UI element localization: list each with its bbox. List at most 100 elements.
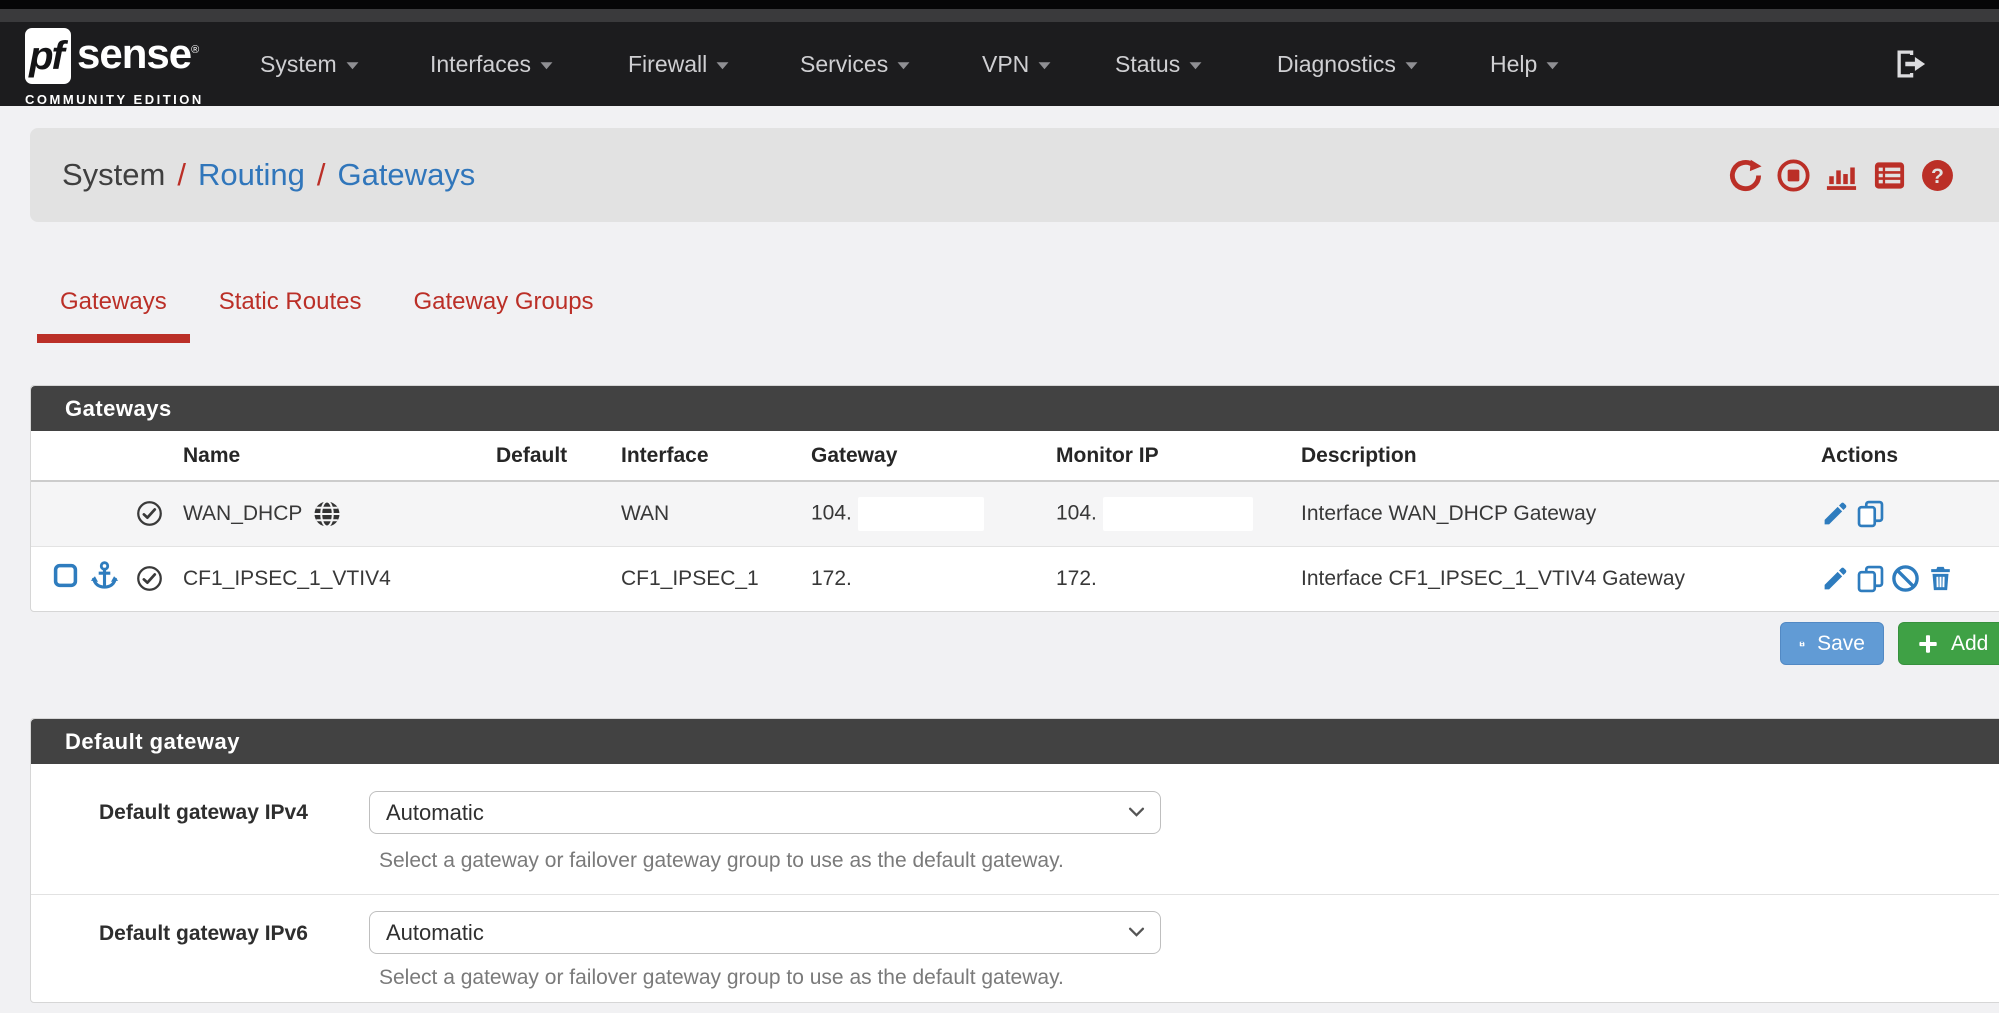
caret-down-icon bbox=[897, 61, 910, 70]
breadcrumb-gateways-link[interactable]: Gateways bbox=[337, 157, 475, 193]
default-gateway-ipv6-help: Select a gateway or failover gateway gro… bbox=[379, 966, 1064, 990]
tab-gateway-groups[interactable]: Gateway Groups bbox=[390, 280, 616, 343]
table-header-row: Name Default Interface Gateway Monitor I… bbox=[31, 431, 1999, 481]
col-interface: Interface bbox=[611, 431, 801, 481]
caret-down-icon bbox=[540, 61, 553, 70]
caret-down-icon bbox=[1189, 61, 1202, 70]
copy-icon[interactable] bbox=[1856, 564, 1885, 593]
col-monitor-ip: Monitor IP bbox=[1046, 431, 1291, 481]
default-gateway-ipv6-select[interactable]: Automatic bbox=[369, 911, 1161, 954]
sign-out-icon bbox=[1893, 46, 1929, 82]
gateways-table: Name Default Interface Gateway Monitor I… bbox=[31, 431, 1999, 611]
col-name: Name bbox=[173, 431, 486, 481]
breadcrumb-routing-link[interactable]: Routing bbox=[198, 157, 305, 193]
redacted-value bbox=[858, 497, 984, 531]
help-icon[interactable]: ? bbox=[1920, 158, 1955, 193]
nav-vpn[interactable]: VPN bbox=[982, 22, 1051, 106]
sense-logo-text: sense® bbox=[77, 30, 198, 78]
select-cell bbox=[31, 481, 126, 546]
default-cell bbox=[486, 481, 611, 546]
form-buttons-row: Save Add bbox=[0, 622, 1999, 665]
nav-help[interactable]: Help bbox=[1490, 22, 1559, 106]
nav-status[interactable]: Status bbox=[1115, 22, 1202, 106]
default-gateway-ipv4-select[interactable]: Automatic bbox=[369, 791, 1161, 834]
window-top-strip bbox=[0, 0, 1999, 9]
caret-down-icon bbox=[1038, 61, 1051, 70]
caret-down-icon bbox=[1405, 61, 1418, 70]
nav-diagnostics[interactable]: Diagnostics bbox=[1277, 22, 1418, 106]
save-floppy-icon bbox=[1799, 633, 1805, 655]
caret-down-icon bbox=[716, 61, 729, 70]
nav-interfaces[interactable]: Interfaces bbox=[430, 22, 553, 106]
monitor-ip-cell: 172. bbox=[1046, 546, 1291, 611]
gateways-panel-title: Gateways bbox=[31, 386, 1999, 431]
breadcrumb: System / Routing / Gateways bbox=[62, 128, 475, 222]
caret-down-icon bbox=[1546, 61, 1559, 70]
registered-mark: ® bbox=[191, 44, 198, 56]
add-button[interactable]: Add bbox=[1898, 622, 1999, 665]
caret-down-icon bbox=[346, 61, 359, 70]
gateway-online-icon bbox=[136, 497, 163, 530]
anchor-icon[interactable] bbox=[89, 560, 120, 597]
delete-icon[interactable] bbox=[1926, 564, 1955, 593]
breadcrumb-separator: / bbox=[317, 157, 326, 193]
select-checkbox-icon[interactable] bbox=[53, 563, 78, 594]
refresh-icon[interactable] bbox=[1728, 158, 1763, 193]
default-gateway-ipv4-select-wrap: Automatic bbox=[369, 791, 1161, 834]
gateway-ip-cell: 104. bbox=[801, 481, 1046, 546]
breadcrumb-system: System bbox=[62, 157, 165, 193]
col-description: Description bbox=[1291, 431, 1811, 481]
gateway-ip-cell: 172. bbox=[801, 546, 1046, 611]
default-gateway-ipv4-help: Select a gateway or failover gateway gro… bbox=[379, 849, 1064, 873]
gateway-row-wan-dhcp: WAN_DHCP WAN 1 bbox=[31, 481, 1999, 546]
system-logs-icon[interactable] bbox=[1872, 158, 1907, 193]
tab-static-routes[interactable]: Static Routes bbox=[196, 280, 385, 343]
col-select bbox=[31, 431, 126, 481]
nav-services[interactable]: Services bbox=[800, 22, 910, 106]
save-button[interactable]: Save bbox=[1780, 622, 1884, 665]
monitoring-chart-icon[interactable] bbox=[1824, 158, 1859, 193]
default-gateway-panel: Default gateway Default gateway IPv4 Aut… bbox=[30, 718, 1999, 1003]
nav-firewall[interactable]: Firewall bbox=[628, 22, 729, 106]
default-gateway-ipv6-select-wrap: Automatic bbox=[369, 911, 1161, 954]
col-actions: Actions bbox=[1811, 431, 1999, 481]
copy-icon[interactable] bbox=[1856, 499, 1885, 528]
plus-icon bbox=[1917, 633, 1939, 655]
pf-logo-tile: pf bbox=[25, 28, 71, 84]
routing-tabs: Gateways Static Routes Gateway Groups bbox=[37, 280, 617, 343]
edit-icon[interactable] bbox=[1821, 564, 1850, 593]
pf-logo-text: pf bbox=[29, 34, 63, 79]
stop-icon[interactable] bbox=[1776, 158, 1811, 193]
gateway-row-cf1-ipsec: CF1_IPSEC_1_VTIV4 CF1_IPSEC_1 172. 172. … bbox=[31, 546, 1999, 611]
gateway-online-icon bbox=[136, 562, 163, 595]
gateways-panel: Gateways Name Default Interface Gateway … bbox=[30, 385, 1999, 612]
edit-icon[interactable] bbox=[1821, 499, 1850, 528]
col-default: Default bbox=[486, 431, 611, 481]
default-gateway-ipv4-label: Default gateway IPv4 bbox=[99, 801, 308, 825]
gateway-name: CF1_IPSEC_1_VTIV4 bbox=[173, 546, 486, 611]
default-gateway-panel-title: Default gateway bbox=[31, 719, 1999, 764]
top-navbar: pf sense® COMMUNITY EDITION System Inter… bbox=[0, 22, 1999, 106]
tab-gateways[interactable]: Gateways bbox=[37, 280, 190, 343]
page-header-actions: ? bbox=[1728, 128, 1955, 222]
nav-system[interactable]: System bbox=[260, 22, 359, 106]
col-status bbox=[126, 431, 173, 481]
col-gateway: Gateway bbox=[801, 431, 1046, 481]
description-cell: Interface WAN_DHCP Gateway bbox=[1291, 481, 1811, 546]
disable-icon[interactable] bbox=[1891, 564, 1920, 593]
window-secondary-strip bbox=[0, 9, 1999, 22]
description-cell: Interface CF1_IPSEC_1_VTIV4 Gateway bbox=[1291, 546, 1811, 611]
community-edition-label: COMMUNITY EDITION bbox=[25, 92, 204, 107]
interface-cell: WAN bbox=[611, 481, 801, 546]
breadcrumb-separator: / bbox=[177, 157, 186, 193]
svg-text:?: ? bbox=[1931, 164, 1944, 187]
row-divider bbox=[31, 894, 1999, 895]
redacted-value bbox=[1103, 497, 1253, 531]
interface-cell: CF1_IPSEC_1 bbox=[611, 546, 801, 611]
default-gateway-ipv6-label: Default gateway IPv6 bbox=[99, 922, 308, 946]
monitor-ip-cell: 104. bbox=[1046, 481, 1291, 546]
default-gateway-globe-icon bbox=[312, 499, 342, 529]
logout-button[interactable] bbox=[1893, 22, 1929, 106]
gateway-name: WAN_DHCP bbox=[183, 502, 302, 526]
default-cell bbox=[486, 546, 611, 611]
